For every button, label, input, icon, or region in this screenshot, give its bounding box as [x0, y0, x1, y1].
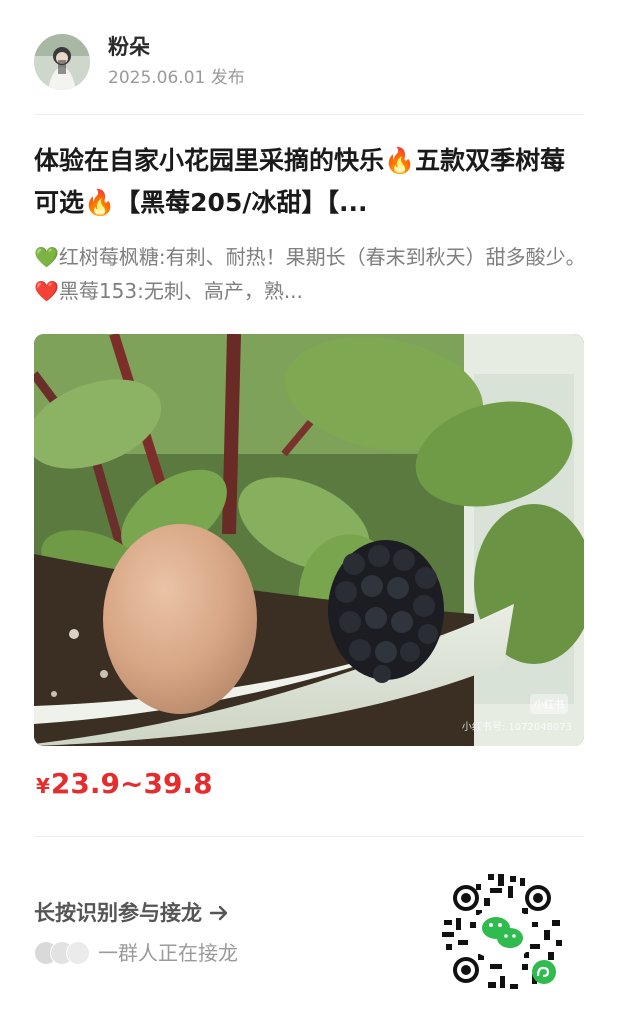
divider [34, 114, 584, 115]
mini-program-qr-code[interactable] [432, 864, 572, 1004]
watermark-id: 小红书号: 1072048073 [462, 720, 572, 733]
arrow-right-icon [209, 905, 228, 921]
participant-avatars [34, 941, 92, 965]
divider [34, 836, 584, 837]
participant-avatar [66, 941, 90, 965]
post-date: 2025.06.01 发布 [108, 68, 245, 88]
join-relay-button[interactable]: 长按识别参与接龙 [34, 896, 230, 930]
fire-icon: 🔥 [384, 146, 416, 175]
watermark-badge: 小红书 [534, 698, 564, 711]
author-header: 粉朵 2025.06.01 发布 [34, 32, 245, 92]
participants-text: 一群人正在接龙 [98, 941, 238, 965]
participants-row: 一群人正在接龙 [34, 936, 238, 970]
post-title[interactable]: 体验在自家小花园里采摘的快乐🔥五款双季树莓可选🔥【黑莓205/冰甜】【... [34, 140, 588, 224]
wechat-icon [476, 912, 528, 956]
join-relay-label: 长按识别参与接龙 [34, 901, 202, 925]
green-heart-icon: 💚 [34, 245, 59, 269]
fire-icon: 🔥 [84, 188, 116, 217]
title-text-3: 【黑莓205/冰甜】【... [115, 188, 368, 217]
mini-program-icon [532, 960, 556, 984]
author-name[interactable]: 粉朵 [108, 33, 245, 61]
post-description[interactable]: 💚红树莓枫糖:有刺、耐热！果期长（春末到秋天）甜多酸少。 ❤️黑莓153:无刺、高… [34, 240, 588, 308]
author-text: 粉朵 2025.06.01 发布 [108, 33, 245, 91]
product-image[interactable]: 小红书 小红书号: 1072048073 [34, 334, 584, 746]
price-value: 23.9~39.8 [50, 767, 213, 800]
avatar[interactable] [34, 34, 90, 90]
title-text-1: 体验在自家小花园里采摘的快乐 [34, 146, 385, 175]
desc-text-2: 黑莓153:无刺、高产，熟... [58, 279, 303, 303]
relay-share-card: 粉朵 2025.06.01 发布 体验在自家小花园里采摘的快乐🔥五款双季树莓可选… [0, 0, 618, 1028]
price-range: ¥23.9~39.8 [36, 764, 213, 806]
red-heart-icon: ❤️ [34, 279, 59, 303]
desc-text-1: 红树莓枫糖:有刺、耐热！果期长（春末到秋天）甜多酸少。 [58, 245, 586, 269]
price-currency: ¥ [36, 774, 50, 798]
